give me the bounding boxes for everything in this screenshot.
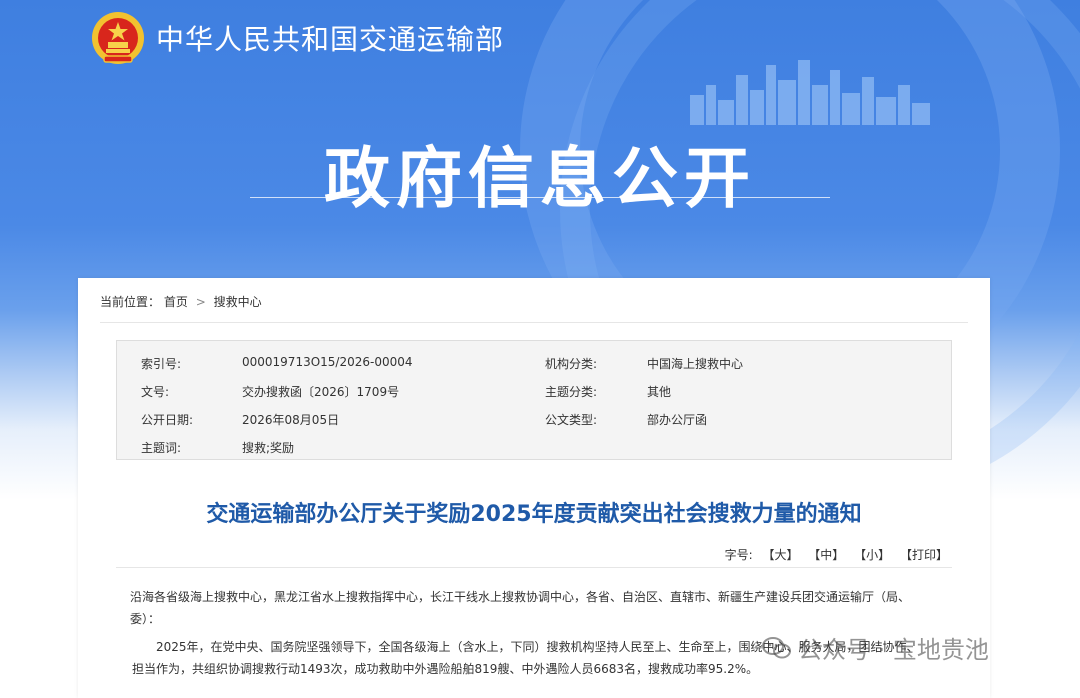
salutation-paragraph: 沿海各省级海上搜救中心，黑龙江省水上搜救指挥中心，长江干线水上搜救协调中心，各省…	[130, 590, 911, 626]
meta-index-value: 000019713O15/2026-00004	[242, 355, 413, 369]
meta-topic-label: 主题分类:	[545, 385, 598, 399]
meta-topic-value: 其他	[647, 385, 672, 399]
meta-type-value: 部办公厅函	[647, 413, 708, 427]
title-divider	[250, 197, 830, 198]
meta-doc-no-value: 交办搜救函〔2026〕1709号	[242, 385, 400, 399]
font-size-label: 字号:	[724, 548, 753, 562]
city-skyline-icon	[690, 60, 930, 125]
meta-date-value: 2026年08月05日	[242, 413, 340, 427]
breadcrumb-home-link[interactable]: 首页	[164, 295, 188, 309]
watermark-text: 公众号 · 宝地贵池	[798, 636, 989, 664]
reading-tools: 字号: 【大】 【中】 【小】 【打印】	[719, 546, 948, 563]
meta-type-label: 公文类型:	[545, 413, 598, 427]
meta-index-label: 索引号:	[141, 357, 182, 371]
meta-doc-no-label: 文号:	[141, 385, 170, 399]
breadcrumb-separator: >	[195, 295, 206, 309]
font-small-button[interactable]: 【小】	[854, 548, 890, 562]
breadcrumb-prefix: 当前位置：	[100, 295, 161, 309]
meta-org-value: 中国海上搜救中心	[647, 357, 744, 371]
print-button[interactable]: 【打印】	[900, 548, 948, 562]
national-emblem-icon	[92, 12, 144, 64]
tools-divider	[116, 567, 952, 568]
meta-org-label: 机构分类:	[545, 357, 598, 371]
document-title: 交通运输部办公厅关于奖励2025年度贡献突出社会搜救力量的通知	[206, 502, 862, 527]
meta-date-label: 公开日期:	[141, 413, 194, 427]
metadata-table: 索引号: 000019713O15/2026-00004 机构分类: 中国海上搜…	[116, 340, 952, 460]
section-title: 政府信息公开	[324, 140, 756, 217]
font-large-button[interactable]: 【大】	[762, 548, 798, 562]
breadcrumb: 当前位置： 首页 > 搜救中心	[100, 293, 262, 310]
meta-keywords-label: 主题词:	[141, 441, 182, 455]
meta-keywords-value: 搜救;奖励	[242, 441, 295, 455]
breadcrumb-divider	[100, 322, 968, 323]
wechat-icon	[762, 636, 791, 658]
ministry-name: 中华人民共和国交通运输部	[156, 23, 505, 56]
font-medium-button[interactable]: 【中】	[808, 548, 844, 562]
watermark: 公众号 · 宝地贵池	[762, 630, 989, 665]
breadcrumb-current-link[interactable]: 搜救中心	[214, 295, 262, 309]
